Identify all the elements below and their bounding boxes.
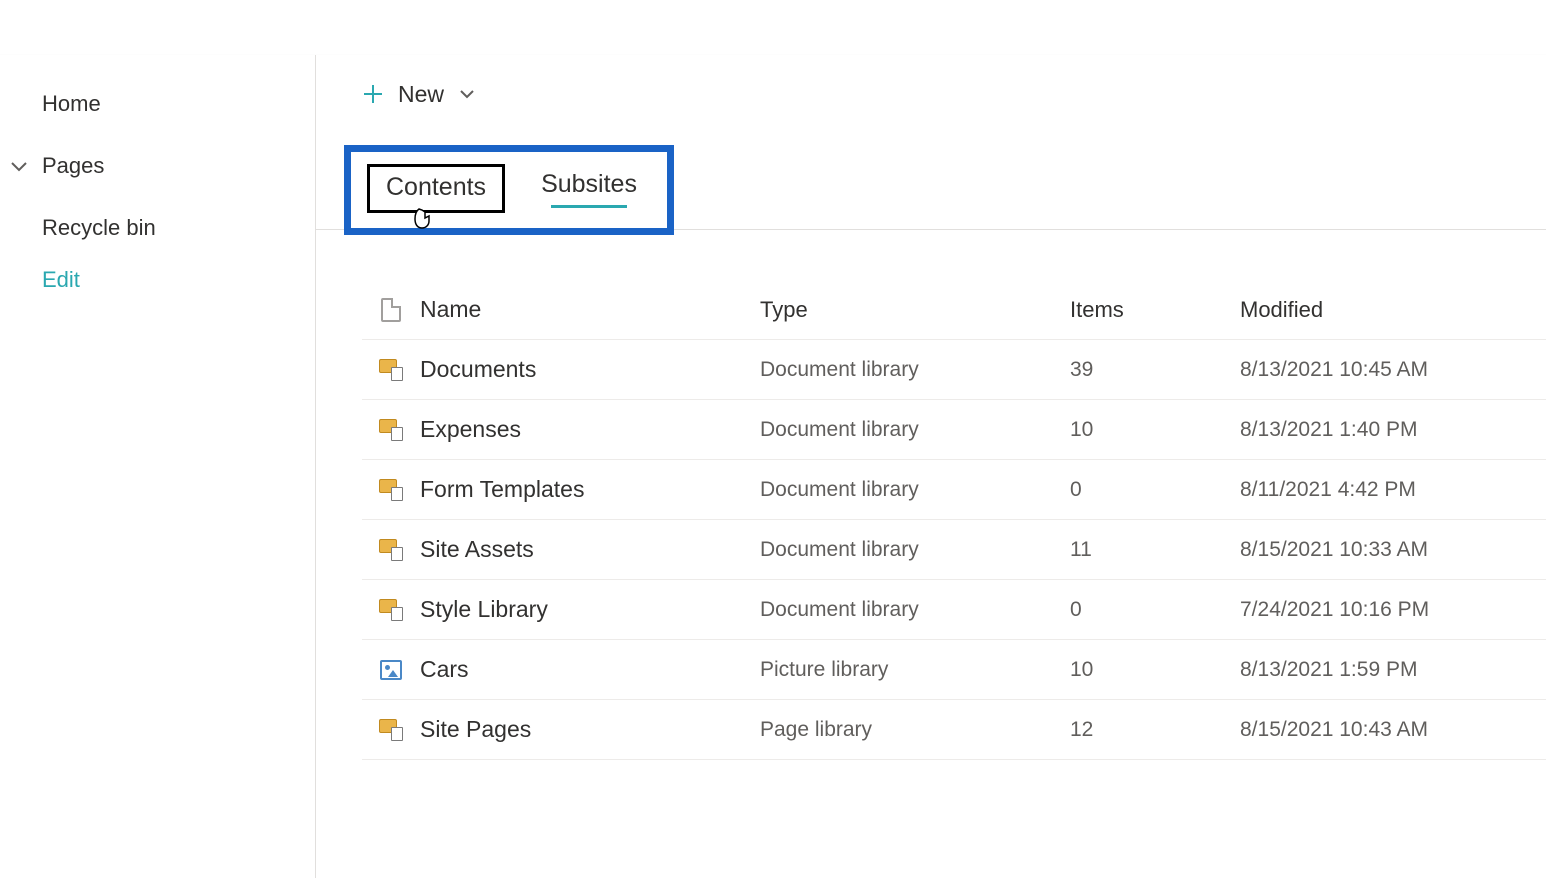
row-name[interactable]: Site Pages bbox=[420, 716, 760, 743]
row-modified: 8/15/2021 10:43 AM bbox=[1240, 718, 1546, 742]
row-modified: 8/13/2021 1:40 PM bbox=[1240, 418, 1546, 442]
row-modified: 8/11/2021 4:42 PM bbox=[1240, 478, 1546, 502]
row-icon bbox=[362, 479, 420, 501]
sidebar-item-pages[interactable]: Pages bbox=[0, 135, 315, 197]
sidebar-item-label: Pages bbox=[42, 153, 104, 179]
row-items: 0 bbox=[1070, 598, 1240, 622]
contents-table: Name Type Items Modified DocumentsDocume… bbox=[362, 280, 1546, 760]
picture-library-icon bbox=[380, 660, 402, 680]
table-row[interactable]: Style LibraryDocument library07/24/2021 … bbox=[362, 580, 1546, 640]
row-modified: 7/24/2021 10:16 PM bbox=[1240, 598, 1546, 622]
document-library-icon bbox=[379, 719, 403, 741]
sidebar-item-label: Home bbox=[42, 91, 101, 117]
tab-label: Contents bbox=[386, 173, 486, 201]
header-items[interactable]: Items bbox=[1070, 297, 1240, 323]
tab-contents[interactable]: Contents bbox=[367, 164, 505, 213]
plus-icon bbox=[362, 83, 384, 105]
table-header: Name Type Items Modified bbox=[362, 280, 1546, 340]
main-region: New Contents bbox=[316, 55, 1546, 878]
edit-nav-link[interactable]: Edit bbox=[0, 267, 315, 293]
header-icon-col bbox=[362, 298, 420, 322]
row-icon bbox=[362, 539, 420, 561]
row-icon bbox=[362, 359, 420, 381]
row-type: Document library bbox=[760, 418, 1070, 442]
row-name[interactable]: Style Library bbox=[420, 596, 760, 623]
row-type: Document library bbox=[760, 478, 1070, 502]
document-library-icon bbox=[379, 539, 403, 561]
row-icon bbox=[362, 660, 420, 680]
row-items: 39 bbox=[1070, 358, 1240, 382]
row-icon bbox=[362, 599, 420, 621]
cursor-icon bbox=[412, 207, 432, 238]
tab-underline bbox=[551, 205, 628, 208]
row-type: Picture library bbox=[760, 658, 1070, 682]
row-name[interactable]: Cars bbox=[420, 656, 760, 683]
document-library-icon bbox=[379, 419, 403, 441]
new-label: New bbox=[398, 81, 444, 108]
document-library-icon bbox=[379, 599, 403, 621]
row-name[interactable]: Expenses bbox=[420, 416, 760, 443]
document-library-icon bbox=[379, 479, 403, 501]
tabs-region: Contents Subsites bbox=[344, 145, 1546, 235]
sidebar-item-home[interactable]: Home bbox=[0, 73, 315, 135]
row-type: Document library bbox=[760, 358, 1070, 382]
row-icon bbox=[362, 419, 420, 441]
table-row[interactable]: ExpensesDocument library108/13/2021 1:40… bbox=[362, 400, 1546, 460]
document-library-icon bbox=[379, 359, 403, 381]
row-name[interactable]: Documents bbox=[420, 356, 760, 383]
row-items: 0 bbox=[1070, 478, 1240, 502]
row-type: Page library bbox=[760, 718, 1070, 742]
row-items: 11 bbox=[1070, 538, 1240, 562]
row-items: 10 bbox=[1070, 418, 1240, 442]
header-type[interactable]: Type bbox=[760, 297, 1070, 323]
row-type: Document library bbox=[760, 538, 1070, 562]
table-row[interactable]: DocumentsDocument library398/13/2021 10:… bbox=[362, 340, 1546, 400]
row-modified: 8/15/2021 10:33 AM bbox=[1240, 538, 1546, 562]
table-row[interactable]: Site PagesPage library128/15/2021 10:43 … bbox=[362, 700, 1546, 760]
header-name[interactable]: Name bbox=[420, 296, 760, 323]
row-name[interactable]: Form Templates bbox=[420, 476, 760, 503]
row-modified: 8/13/2021 1:59 PM bbox=[1240, 658, 1546, 682]
row-items: 10 bbox=[1070, 658, 1240, 682]
tab-label: Subsites bbox=[541, 170, 637, 198]
table-row[interactable]: Form TemplatesDocument library08/11/2021… bbox=[362, 460, 1546, 520]
highlight-box: Contents Subsites bbox=[344, 145, 674, 235]
toolbar: New bbox=[316, 55, 1546, 125]
chevron-down-icon bbox=[460, 87, 474, 101]
row-icon bbox=[362, 719, 420, 741]
new-button[interactable]: New bbox=[362, 81, 474, 108]
row-type: Document library bbox=[760, 598, 1070, 622]
table-row[interactable]: CarsPicture library108/13/2021 1:59 PM bbox=[362, 640, 1546, 700]
chevron-down-icon[interactable] bbox=[8, 155, 30, 177]
tab-subsites[interactable]: Subsites bbox=[525, 164, 653, 216]
row-name[interactable]: Site Assets bbox=[420, 536, 760, 563]
header-modified[interactable]: Modified bbox=[1240, 297, 1546, 323]
table-row[interactable]: Site AssetsDocument library118/15/2021 1… bbox=[362, 520, 1546, 580]
edit-label: Edit bbox=[42, 267, 80, 292]
row-modified: 8/13/2021 10:45 AM bbox=[1240, 358, 1546, 382]
sidebar-item-recycle-bin[interactable]: Recycle bin bbox=[0, 197, 315, 259]
sidebar: Home Pages Recycle bin Edit bbox=[0, 55, 316, 878]
sidebar-item-label: Recycle bin bbox=[42, 215, 156, 241]
file-icon bbox=[381, 298, 401, 322]
row-items: 12 bbox=[1070, 718, 1240, 742]
